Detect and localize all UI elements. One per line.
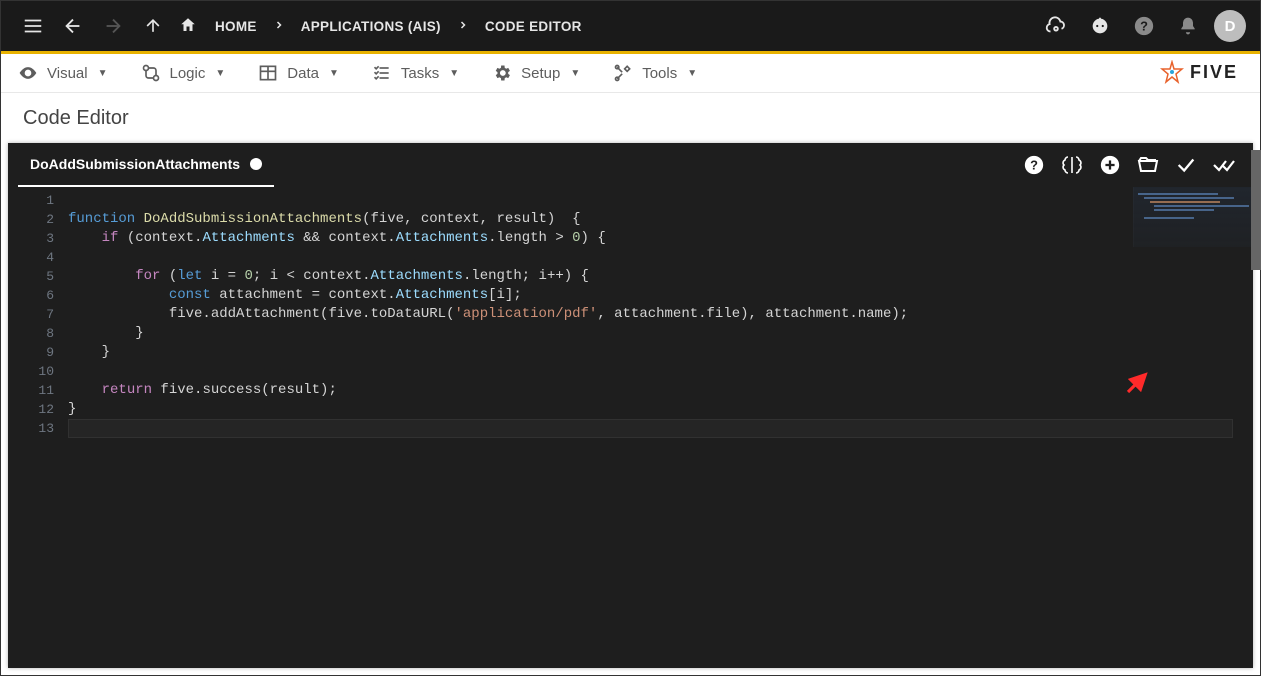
chat-bot-icon[interactable] bbox=[1082, 8, 1118, 44]
logic-icon bbox=[140, 62, 162, 84]
up-arrow-icon[interactable] bbox=[135, 8, 171, 44]
home-icon[interactable] bbox=[179, 16, 197, 37]
notifications-bell-icon[interactable] bbox=[1170, 8, 1206, 44]
top-app-bar: HOME APPLICATIONS (AIS) CODE EDITOR ? D bbox=[1, 1, 1260, 51]
forward-arrow-icon bbox=[95, 8, 131, 44]
menu-data[interactable]: Data▼ bbox=[257, 62, 339, 84]
hamburger-icon[interactable] bbox=[15, 8, 51, 44]
gear-icon bbox=[491, 62, 513, 84]
menu-setup[interactable]: Setup▼ bbox=[491, 62, 580, 84]
menu-visual[interactable]: Visual▼ bbox=[17, 62, 108, 84]
chevron-right-icon bbox=[451, 19, 475, 34]
menu-label: Logic bbox=[170, 65, 206, 82]
code-content[interactable]: function DoAddSubmissionAttachments(five… bbox=[68, 191, 1233, 438]
menu-label: Tools bbox=[642, 65, 677, 82]
main-menu-bar: Visual▼ Logic▼ Data▼ Tasks▼ Setup▼ Tools… bbox=[1, 54, 1260, 93]
save-all-icon[interactable] bbox=[1207, 148, 1241, 182]
page-title: Code Editor bbox=[1, 93, 1260, 143]
five-logo-icon bbox=[1160, 60, 1184, 84]
ai-brain-icon[interactable] bbox=[1055, 148, 1089, 182]
help-icon[interactable]: ? bbox=[1126, 8, 1162, 44]
minimap[interactable] bbox=[1133, 187, 1253, 247]
tools-icon bbox=[612, 62, 634, 84]
editor-tab-row: DoAddSubmissionAttachments ? bbox=[8, 143, 1253, 187]
code-editor-panel: DoAddSubmissionAttachments ? 12345678910… bbox=[8, 143, 1253, 668]
menu-tasks[interactable]: Tasks▼ bbox=[371, 62, 459, 84]
vertical-scrollbar[interactable] bbox=[1251, 150, 1261, 270]
new-file-icon[interactable] bbox=[1093, 148, 1127, 182]
editor-help-icon[interactable]: ? bbox=[1017, 148, 1051, 182]
open-folder-icon[interactable] bbox=[1131, 148, 1165, 182]
menu-tools[interactable]: Tools▼ bbox=[612, 62, 697, 84]
table-icon bbox=[257, 62, 279, 84]
svg-text:?: ? bbox=[1030, 158, 1038, 173]
code-area[interactable]: 12345678910111213 function DoAddSubmissi… bbox=[8, 187, 1253, 668]
breadcrumb-applications[interactable]: APPLICATIONS (AIS) bbox=[291, 19, 451, 34]
unsaved-dot-icon bbox=[250, 158, 262, 170]
brand-logo: FIVE bbox=[1160, 60, 1238, 84]
menu-label: Data bbox=[287, 65, 319, 82]
eye-icon bbox=[17, 62, 39, 84]
svg-text:?: ? bbox=[1140, 19, 1148, 34]
breadcrumb-code-editor[interactable]: CODE EDITOR bbox=[475, 19, 592, 34]
tab-label: DoAddSubmissionAttachments bbox=[30, 156, 240, 172]
checklist-icon bbox=[371, 62, 393, 84]
chevron-right-icon bbox=[267, 19, 291, 34]
breadcrumb-home[interactable]: HOME bbox=[205, 19, 267, 34]
line-gutter: 12345678910111213 bbox=[8, 187, 62, 668]
menu-label: Setup bbox=[521, 65, 560, 82]
menu-logic[interactable]: Logic▼ bbox=[140, 62, 226, 84]
menu-label: Tasks bbox=[401, 65, 439, 82]
editor-tab-active[interactable]: DoAddSubmissionAttachments bbox=[18, 143, 274, 187]
breadcrumb: HOME APPLICATIONS (AIS) CODE EDITOR bbox=[179, 16, 592, 37]
cloud-icon[interactable] bbox=[1038, 8, 1074, 44]
menu-label: Visual bbox=[47, 65, 88, 82]
avatar[interactable]: D bbox=[1214, 10, 1246, 42]
back-arrow-icon[interactable] bbox=[55, 8, 91, 44]
save-check-icon[interactable] bbox=[1169, 148, 1203, 182]
brand-text: FIVE bbox=[1190, 62, 1238, 83]
